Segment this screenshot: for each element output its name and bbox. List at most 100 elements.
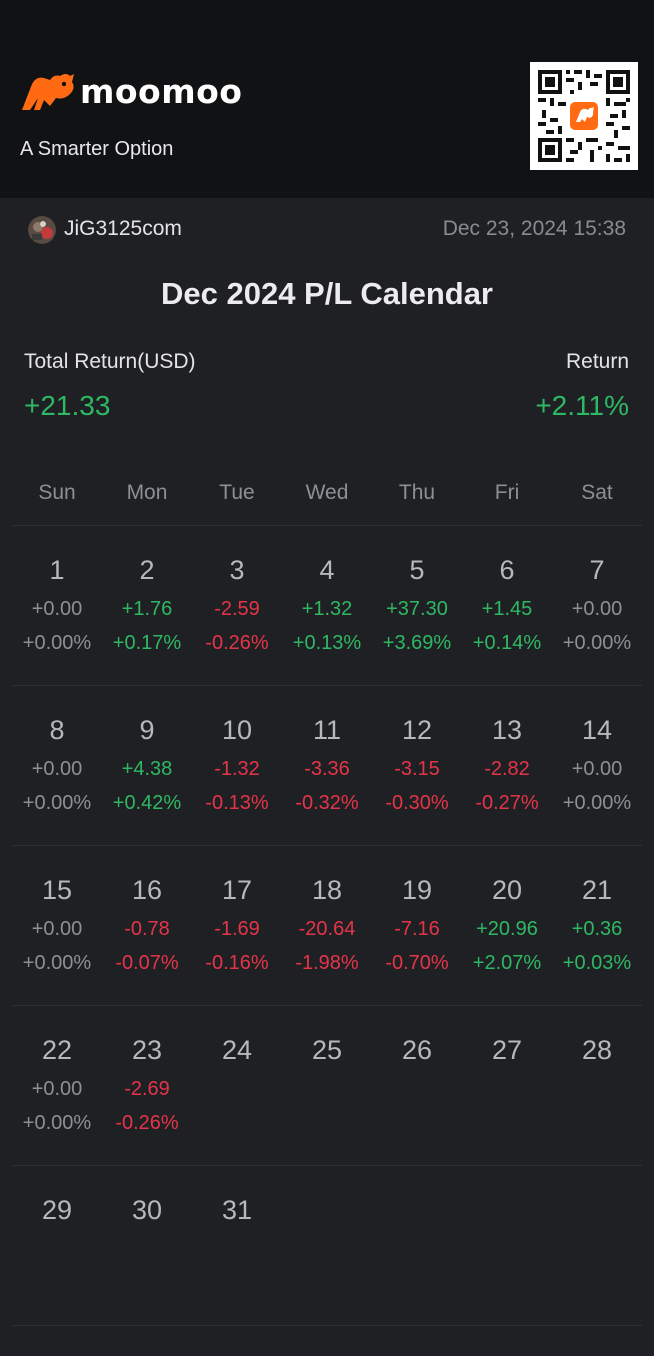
- calendar-day-cell[interactable]: 15 +0.00 +0.00%: [12, 846, 102, 1005]
- brand-slogan: A Smarter Option: [20, 138, 174, 160]
- calendar-day-cell[interactable]: 17 -1.69 -0.16%: [192, 846, 282, 1005]
- day-number: 1: [49, 555, 65, 585]
- return-label: Return: [565, 350, 629, 373]
- calendar-day-cell[interactable]: 21 +0.36 +0.03%: [552, 846, 642, 1005]
- day-number: 3: [229, 555, 245, 585]
- day-number: 21: [581, 875, 613, 905]
- day-pl-amount: +4.38: [121, 758, 173, 780]
- day-pl-amount: -2.59: [214, 598, 260, 620]
- day-pl-amount: [462, 1078, 552, 1100]
- calendar-day-cell[interactable]: 2 +1.76 +0.17%: [102, 526, 192, 685]
- calendar-day-cell[interactable]: 9 +4.38 +0.42%: [102, 686, 192, 845]
- day-number: 23: [131, 1035, 163, 1065]
- moomoo-bull-logo-icon: [22, 74, 74, 110]
- day-number: 2: [139, 555, 155, 585]
- day-number: 17: [221, 875, 253, 905]
- day-pl-percent: -0.27%: [475, 792, 539, 814]
- weekday-label: Thu: [398, 481, 436, 504]
- calendar-day-cell[interactable]: 8 +0.00 +0.00%: [12, 686, 102, 845]
- avatar[interactable]: [28, 216, 56, 244]
- day-pl-percent: -0.26%: [205, 632, 269, 654]
- day-number: 9: [139, 715, 155, 745]
- day-pl-percent: -0.07%: [115, 952, 179, 974]
- day-pl-amount: +0.00: [31, 598, 83, 620]
- calendar-day-cell[interactable]: 13 -2.82 -0.27%: [462, 686, 552, 845]
- calendar-day-cell[interactable]: 12 -3.15 -0.30%: [372, 686, 462, 845]
- day-pl-amount: -1.69: [214, 918, 260, 940]
- calendar-day-cell[interactable]: 22 +0.00 +0.00%: [12, 1006, 102, 1165]
- calendar-day-cell[interactable]: 26: [372, 1006, 462, 1165]
- calendar-day-cell[interactable]: 16 -0.78 -0.07%: [102, 846, 192, 1005]
- day-pl-amount: -2.69: [124, 1078, 170, 1100]
- weekday-label: Sun: [38, 481, 76, 504]
- day-pl-amount: [192, 1078, 282, 1100]
- day-number: 13: [491, 715, 523, 745]
- total-return-label: Total Return(USD): [24, 350, 196, 373]
- day-pl-percent: [552, 1272, 642, 1294]
- day-pl-amount: [552, 1078, 642, 1100]
- calendar-day-cell[interactable]: 20 +20.96 +2.07%: [462, 846, 552, 1005]
- calendar-day-cell[interactable]: 7 +0.00 +0.00%: [552, 526, 642, 685]
- day-pl-percent: [192, 1112, 282, 1134]
- calendar-day-cell[interactable]: 18 -20.64 -1.98%: [282, 846, 372, 1005]
- user-bar: JiG3125com Dec 23, 2024 15:38: [0, 198, 654, 262]
- calendar-day-cell[interactable]: 23 -2.69 -0.26%: [102, 1006, 192, 1165]
- day-pl-percent: +0.42%: [112, 792, 182, 814]
- day-pl-percent: [462, 1112, 552, 1134]
- day-pl-amount: -3.36: [304, 758, 350, 780]
- calendar-day-cell[interactable]: 11 -3.36 -0.32%: [282, 686, 372, 845]
- weekday-label: Mon: [126, 481, 168, 504]
- day-number: 25: [311, 1035, 343, 1065]
- day-pl-percent: +0.00%: [22, 1112, 92, 1134]
- calendar-day-cell: [552, 1166, 642, 1325]
- day-pl-percent: [372, 1272, 462, 1294]
- day-pl-amount: -0.78: [124, 918, 170, 940]
- calendar-day-cell[interactable]: 5 +37.30 +3.69%: [372, 526, 462, 685]
- day-number: 28: [581, 1035, 613, 1065]
- day-pl-amount: +1.45: [481, 598, 533, 620]
- calendar-day-cell[interactable]: 31: [192, 1166, 282, 1325]
- calendar-day-cell[interactable]: 6 +1.45 +0.14%: [462, 526, 552, 685]
- day-pl-amount: +1.32: [301, 598, 353, 620]
- day-number: [282, 1194, 372, 1226]
- day-pl-amount: [102, 1238, 192, 1260]
- day-number: 5: [409, 555, 425, 585]
- avatar-image-icon: [28, 216, 56, 244]
- calendar-day-cell[interactable]: 25: [282, 1006, 372, 1165]
- day-pl-amount: +0.00: [31, 758, 83, 780]
- calendar-day-cell[interactable]: 29: [12, 1166, 102, 1325]
- calendar-day-cell[interactable]: 10 -1.32 -0.13%: [192, 686, 282, 845]
- day-number: 20: [491, 875, 523, 905]
- calendar-day-cell[interactable]: 27: [462, 1006, 552, 1165]
- day-pl-percent: +0.17%: [112, 632, 182, 654]
- day-pl-percent: [192, 1272, 282, 1294]
- calendar-day-cell[interactable]: 24: [192, 1006, 282, 1165]
- calendar-day-cell[interactable]: 1 +0.00 +0.00%: [12, 526, 102, 685]
- day-pl-percent: [102, 1272, 192, 1294]
- calendar-day-cell[interactable]: 14 +0.00 +0.00%: [552, 686, 642, 845]
- return-percent-value: +2.11%: [535, 390, 629, 421]
- day-number: 10: [221, 715, 253, 745]
- day-number: 6: [499, 555, 515, 585]
- calendar-day-cell[interactable]: 19 -7.16 -0.70%: [372, 846, 462, 1005]
- calendar-day-cell[interactable]: 28: [552, 1006, 642, 1165]
- calendar-day-cell[interactable]: 30: [102, 1166, 192, 1325]
- day-pl-percent: [12, 1272, 102, 1294]
- calendar-week-row: 29 30 31: [12, 1166, 642, 1326]
- day-pl-percent: +0.00%: [22, 632, 92, 654]
- calendar-day-cell[interactable]: 3 -2.59 -0.26%: [192, 526, 282, 685]
- calendar-day-cell: [462, 1166, 552, 1325]
- day-pl-amount: [552, 1238, 642, 1260]
- day-number: 24: [221, 1035, 253, 1065]
- day-number: 18: [311, 875, 343, 905]
- day-number: 12: [401, 715, 433, 745]
- day-number: 16: [131, 875, 163, 905]
- day-pl-amount: +0.00: [571, 758, 623, 780]
- calendar-day-cell[interactable]: 4 +1.32 +0.13%: [282, 526, 372, 685]
- day-number: 4: [319, 555, 335, 585]
- day-pl-amount: -2.82: [484, 758, 530, 780]
- day-pl-percent: +0.00%: [22, 792, 92, 814]
- day-pl-amount: +0.00: [31, 1078, 83, 1100]
- calendar-week-row: 15 +0.00 +0.00% 16 -0.78 -0.07% 17 -1.69 -0.16% 1…: [12, 846, 642, 1006]
- day-number: 26: [401, 1035, 433, 1065]
